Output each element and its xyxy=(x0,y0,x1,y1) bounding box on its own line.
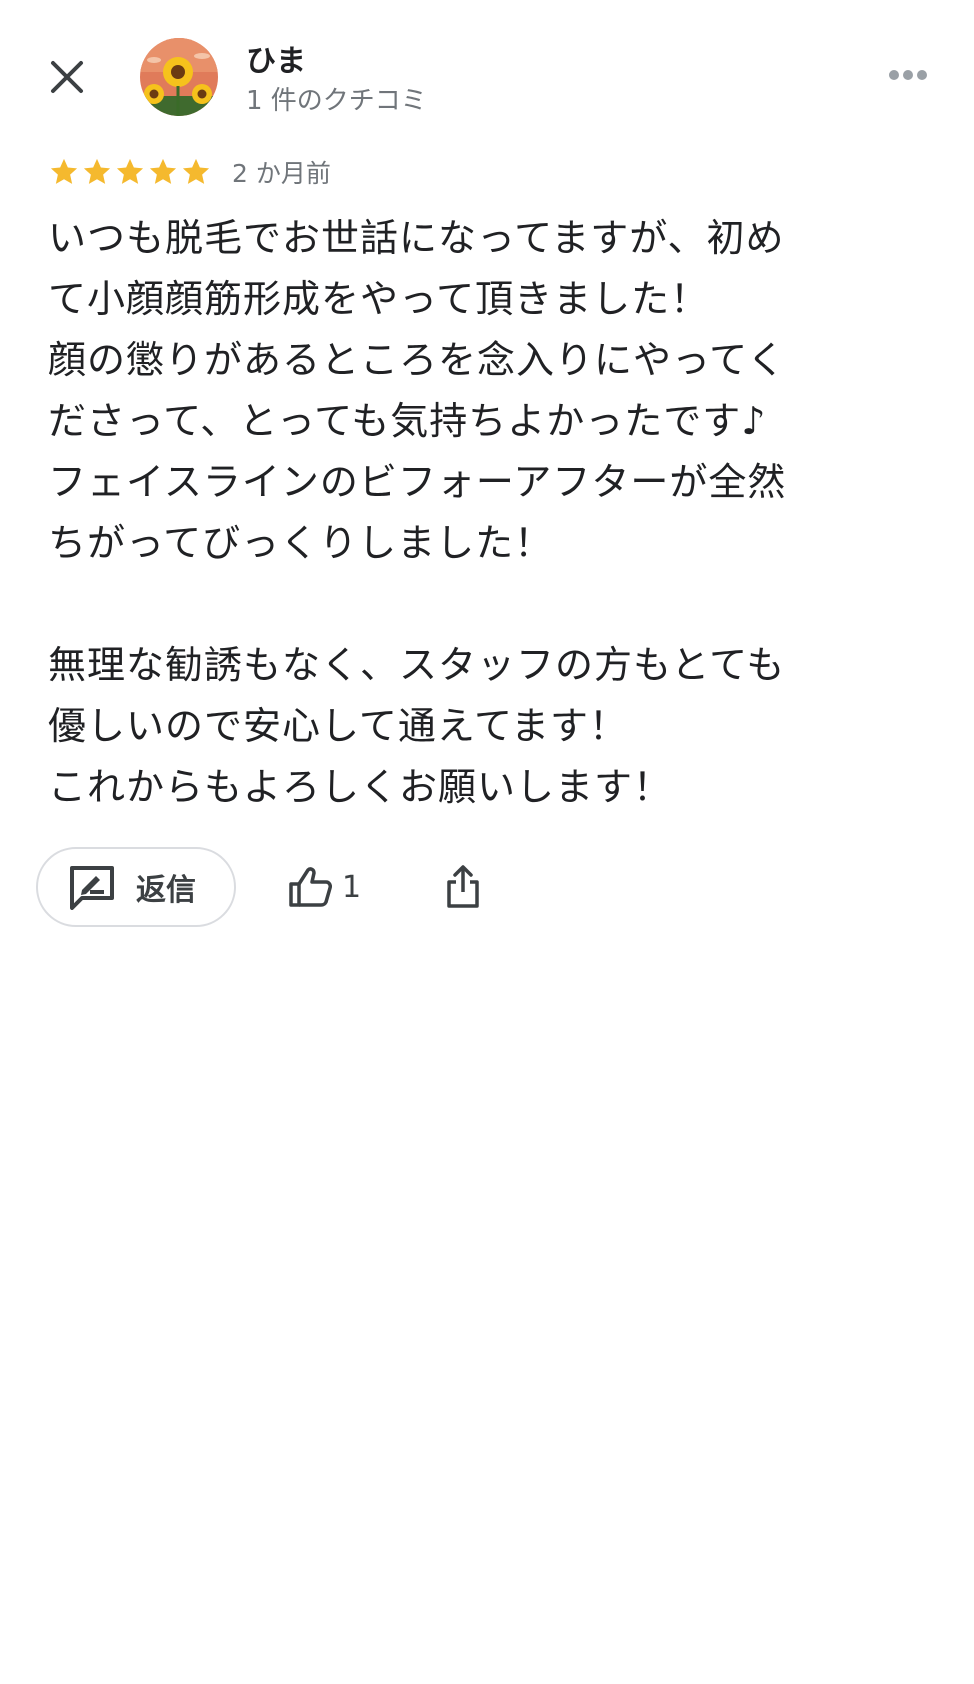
avatar[interactable] xyxy=(140,38,218,116)
star-icon xyxy=(182,158,210,184)
author-review-count: 1 件のクチコミ xyxy=(246,86,427,116)
review-actions: 返信 1 xyxy=(36,845,487,929)
like-count: 1 xyxy=(342,869,362,905)
review-text: いつも脱毛でお世話になってますが、初め て小顔顔筋形成をやって頂きました！ 顔の… xyxy=(48,216,787,809)
sunflower-avatar-image xyxy=(140,38,218,116)
rating-row: 2 か月前 xyxy=(48,152,331,192)
thumb-up-icon xyxy=(289,867,332,907)
close-button[interactable] xyxy=(38,48,96,106)
star-icon xyxy=(83,158,111,184)
more-horizontal-icon xyxy=(889,70,927,80)
star-icon xyxy=(116,158,144,184)
close-icon xyxy=(51,61,83,93)
star-icon xyxy=(149,158,177,184)
review-date: 2 か月前 xyxy=(232,159,331,188)
share-button[interactable] xyxy=(439,859,487,915)
like-button[interactable]: 1 xyxy=(288,866,361,908)
reply-icon xyxy=(70,866,114,910)
star-icon xyxy=(50,158,78,184)
author-name[interactable]: ひま xyxy=(246,36,306,80)
more-options-button[interactable] xyxy=(878,58,938,92)
star-rating xyxy=(48,156,212,188)
reply-button[interactable]: 返信 xyxy=(36,847,236,927)
review-header: ひま 1 件のクチコミ xyxy=(0,0,974,150)
reply-label: 返信 xyxy=(136,873,196,908)
share-icon xyxy=(447,865,479,908)
